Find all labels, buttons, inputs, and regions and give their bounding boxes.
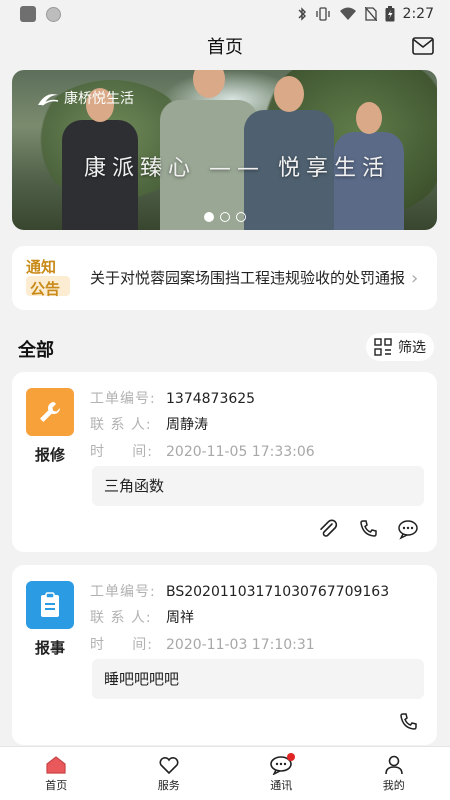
notice-card[interactable]: 通知 公告 关于对悦蓉园案场围挡工程违规验收的处罚通报 ›: [12, 246, 437, 310]
notice-badge-line1: 通知: [26, 258, 57, 276]
order-number-label: 工单编号:: [90, 584, 156, 600]
carousel-dot[interactable]: [203, 212, 214, 222]
tab-profile[interactable]: 我的: [338, 747, 450, 800]
person-icon: [384, 755, 403, 774]
battery-icon: [385, 6, 395, 22]
contact-row: 联 系 人: 周祥: [90, 608, 194, 628]
order-number-row: 工单编号: BS20201103171030767709163: [90, 582, 389, 602]
filter-grid-icon: [374, 338, 392, 356]
status-bar: 2:27: [0, 0, 450, 28]
time-row: 时 间: 2020-11-05 17:33:06: [90, 442, 315, 462]
promo-banner[interactable]: 康桥悦生活 康派臻心 —— 悦享生活: [12, 70, 437, 230]
filter-button[interactable]: 筛选: [366, 333, 434, 361]
bottom-tab-bar: 首页 服务 通讯 我的: [0, 746, 450, 800]
notice-badge-line2: 公告: [30, 280, 61, 298]
order-time: 2020-11-03 17:10:31: [166, 637, 315, 653]
time-label: 时 间:: [90, 444, 153, 460]
app-dot-icon: [46, 6, 61, 22]
section-title: 全部: [18, 340, 54, 361]
time-row: 时 间: 2020-11-03 17:10:31: [90, 635, 315, 655]
order-time: 2020-11-05 17:33:06: [166, 444, 315, 460]
phone-icon[interactable]: [357, 518, 379, 540]
order-description: 三角函数: [92, 466, 424, 506]
contact-label: 联 系 人:: [90, 417, 152, 433]
heart-icon: [159, 756, 179, 774]
wifi-icon: [339, 7, 356, 20]
home-icon: [46, 755, 66, 774]
order-description: 睡吧吧吧吧: [92, 659, 424, 699]
notice-badge-icon: 通知 公告: [24, 254, 78, 302]
notification-icon: [20, 6, 36, 22]
work-order-card[interactable]: 报修 工单编号: 1374873625 联 系 人: 周静涛 时 间: 2020…: [12, 372, 437, 552]
vibrate-icon: [315, 7, 330, 21]
mail-icon[interactable]: [412, 36, 434, 56]
filter-label: 筛选: [398, 340, 426, 356]
brand-mark-icon: [38, 94, 59, 106]
tab-label: 我的: [382, 778, 405, 792]
tab-label: 服务: [157, 778, 180, 792]
work-order-card[interactable]: 报事 工单编号: BS20201103171030767709163 联 系 人…: [12, 565, 437, 745]
contact-name: 周静涛: [166, 417, 208, 433]
carousel-dot[interactable]: [235, 212, 246, 222]
app-header: 首页: [0, 28, 450, 64]
order-number: BS20201103171030767709163: [166, 584, 390, 600]
brand-logo: 康桥悦生活: [36, 88, 134, 108]
bluetooth-icon: [298, 7, 306, 21]
contact-name: 周祥: [166, 610, 194, 626]
message-icon[interactable]: [397, 518, 419, 540]
time-label: 时 间:: [90, 637, 153, 653]
page-title: 首页: [207, 37, 243, 58]
no-sim-icon: [364, 7, 377, 21]
phone-icon[interactable]: [397, 711, 419, 733]
tab-home[interactable]: 首页: [0, 747, 113, 800]
tab-service[interactable]: 服务: [113, 747, 226, 800]
order-type-label: 报事: [34, 639, 65, 657]
chevron-right-icon: ›: [411, 267, 419, 289]
carousel-dot[interactable]: [219, 212, 230, 222]
banner-slogan: 康派臻心 —— 悦享生活: [84, 156, 390, 181]
notice-text: 关于对悦蓉园案场围挡工程违规验收的处罚通报: [90, 269, 406, 287]
unread-badge: [287, 753, 295, 761]
order-number-label: 工单编号:: [90, 391, 156, 407]
clipboard-icon: [41, 592, 59, 617]
brand-name: 康桥悦生活: [64, 91, 134, 107]
order-type-label: 报修: [34, 446, 65, 464]
wrench-icon: [40, 401, 61, 422]
contact-row: 联 系 人: 周静涛: [90, 415, 208, 435]
clock-time: 2:27: [402, 6, 434, 22]
contact-label: 联 系 人:: [90, 610, 152, 626]
tab-label: 首页: [45, 778, 68, 792]
order-number-row: 工单编号: 1374873625: [90, 389, 255, 409]
tab-messages[interactable]: 通讯: [225, 747, 338, 800]
carousel-indicator: [12, 212, 437, 222]
order-number: 1374873625: [166, 391, 256, 407]
tab-label: 通讯: [270, 778, 293, 792]
attachment-icon[interactable]: [317, 518, 339, 540]
order-type-badge: [26, 581, 74, 629]
order-type-badge: [26, 388, 74, 436]
